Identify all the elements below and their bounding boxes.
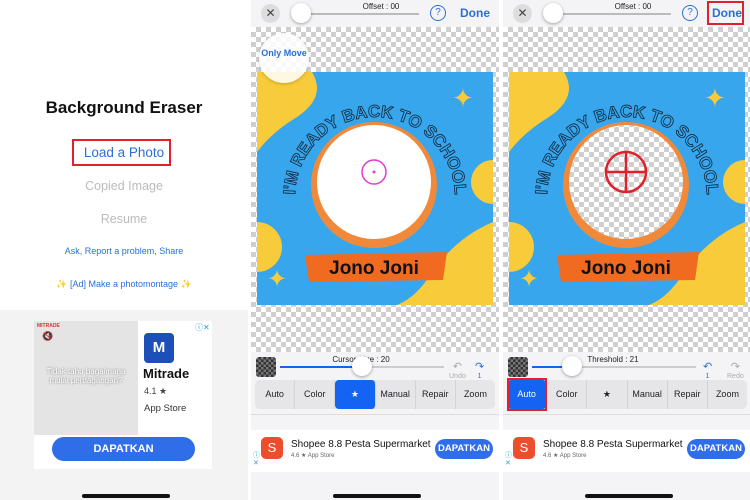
ad-info-close-icon[interactable]: ⓘ✕	[505, 452, 512, 468]
offset-label: Offset : 00	[362, 2, 400, 11]
ad-rating-store: 4.6 ★ App Store	[543, 453, 587, 459]
ad-app-name: Mitrade	[143, 366, 190, 381]
auto-highlight	[507, 378, 547, 411]
mode-color[interactable]: Color	[547, 380, 588, 409]
home-indicator	[585, 494, 673, 498]
done-button[interactable]: Done	[712, 6, 742, 20]
only-move-button[interactable]: Only Move	[259, 33, 309, 83]
mode-manual[interactable]: Manual	[628, 380, 668, 409]
ad-image[interactable]: MITRADE 🔇 Tidak tahu bagaimana mulai per…	[34, 321, 138, 435]
ad-store: App Store	[144, 403, 187, 414]
help-button[interactable]: ?	[430, 5, 446, 21]
offset-slider-track[interactable]	[553, 13, 671, 15]
picture[interactable]: ✦✦✦ I'M READY BACK TO SCHOOL Jono Joni	[251, 72, 499, 305]
ad-rating: 4.1 ★	[144, 386, 168, 396]
mode-repair[interactable]: Repair	[668, 380, 708, 409]
home-indicator	[82, 494, 170, 498]
photomontage-ad-link[interactable]: ✨ [Ad] Make a photomontage ✨	[0, 279, 248, 290]
load-photo-button[interactable]: Load a Photo	[0, 145, 248, 160]
resume-button[interactable]: Resume	[0, 212, 248, 226]
app-title: Background Eraser	[45, 98, 203, 117]
mode-repair[interactable]: Repair	[416, 380, 456, 409]
mitrade-logo-icon: M	[144, 333, 174, 363]
threshold-slider-knob[interactable]	[562, 356, 582, 376]
mode-auto[interactable]: Auto	[255, 380, 296, 409]
crosshair-target-icon[interactable]	[604, 150, 648, 194]
ad-brand-tag: MITRADE	[37, 323, 60, 329]
divider	[503, 414, 750, 415]
mode-star[interactable]: ★	[587, 380, 628, 409]
done-button[interactable]: Done	[460, 6, 490, 20]
mode-manual[interactable]: Manual	[376, 380, 416, 409]
mode-color[interactable]: Color	[295, 380, 336, 409]
picture[interactable]: ✦✦✦ I'M READY BACK TO SCHOOL Jono Joni	[503, 72, 750, 305]
editor-screen-cursor-size: ✕ Offset : 00 ? Done ✦✦✦ I'M READY BACK …	[251, 0, 499, 500]
top-bar: ✕ Offset : 00 ? Done	[251, 0, 499, 27]
mode-zoom[interactable]: Zoom	[456, 380, 495, 409]
copied-image-button[interactable]: Copied Image	[0, 179, 248, 193]
offset-slider-track[interactable]	[301, 13, 419, 15]
picture-art: ✦✦✦ I'M READY BACK TO SCHOOL Jono Joni	[251, 72, 499, 305]
cursor-size-slider-knob[interactable]	[352, 356, 372, 376]
ad-app-name: Shopee 8.8 Pesta Supermarket	[543, 439, 683, 450]
svg-text:✦: ✦	[704, 83, 726, 113]
mute-icon[interactable]: 🔇	[42, 331, 53, 342]
redo-button[interactable]: ↷ Redo	[727, 360, 744, 380]
divider	[251, 414, 499, 415]
mode-star[interactable]: ★	[335, 380, 376, 409]
picture-art: ✦✦✦ I'M READY BACK TO SCHOOL Jono Joni	[503, 72, 750, 305]
close-button[interactable]: ✕	[513, 4, 532, 23]
mode-zoom[interactable]: Zoom	[708, 380, 747, 409]
banner-text: Jono Joni	[581, 258, 671, 279]
preview-thumbnail[interactable]	[508, 357, 528, 377]
cursor-size-slider-fill	[280, 366, 363, 368]
close-button[interactable]: ✕	[261, 4, 280, 23]
shopee-logo-icon: S	[261, 437, 283, 459]
ad-get-button[interactable]: DAPATKAN	[687, 439, 745, 459]
editor-screen-threshold: ✕ Offset : 00 ? Done ✦✦✦ I'M READY BACK …	[503, 0, 750, 500]
ad-info-close-icon[interactable]: ⓘ✕	[253, 452, 260, 468]
ad-app-name: Shopee 8.8 Pesta Supermarket	[291, 439, 431, 450]
ad-get-button[interactable]: DAPATKAN	[435, 439, 493, 459]
ask-report-share-link[interactable]: Ask, Report a problem, Share	[0, 246, 248, 256]
undo-button[interactable]: ↶ Undo	[449, 360, 466, 380]
ad-image-text: Tidak tahu bagaimana mulai perdagangan?	[46, 367, 126, 385]
svg-text:✦: ✦	[267, 266, 287, 293]
offset-slider-knob[interactable]	[291, 3, 311, 23]
top-bar: ✕ Offset : 00 ? Done	[503, 0, 750, 27]
home-indicator	[333, 494, 421, 498]
help-button[interactable]: ?	[682, 5, 698, 21]
svg-text:✦: ✦	[452, 83, 474, 113]
ad-info-close-icon[interactable]: ⓘ✕	[195, 322, 210, 333]
undo-button[interactable]: ↶ 1	[703, 360, 712, 380]
ad-rating-store: 4.6 ★ App Store	[291, 453, 335, 459]
preview-thumbnail[interactable]	[256, 357, 276, 377]
shopee-logo-icon: S	[513, 437, 535, 459]
offset-label: Offset : 00	[614, 2, 652, 11]
redo-button[interactable]: ↷ 1	[475, 360, 484, 380]
offset-slider-knob[interactable]	[543, 3, 563, 23]
ad-get-button[interactable]: DAPATKAN	[52, 437, 195, 461]
banner-text: Jono Joni	[329, 258, 419, 279]
home-screen: Background Eraser Load a Photo Copied Im…	[0, 0, 248, 500]
svg-text:✦: ✦	[519, 266, 539, 293]
mode-bar: Auto Color ★ Manual Repair Zoom	[255, 380, 495, 409]
